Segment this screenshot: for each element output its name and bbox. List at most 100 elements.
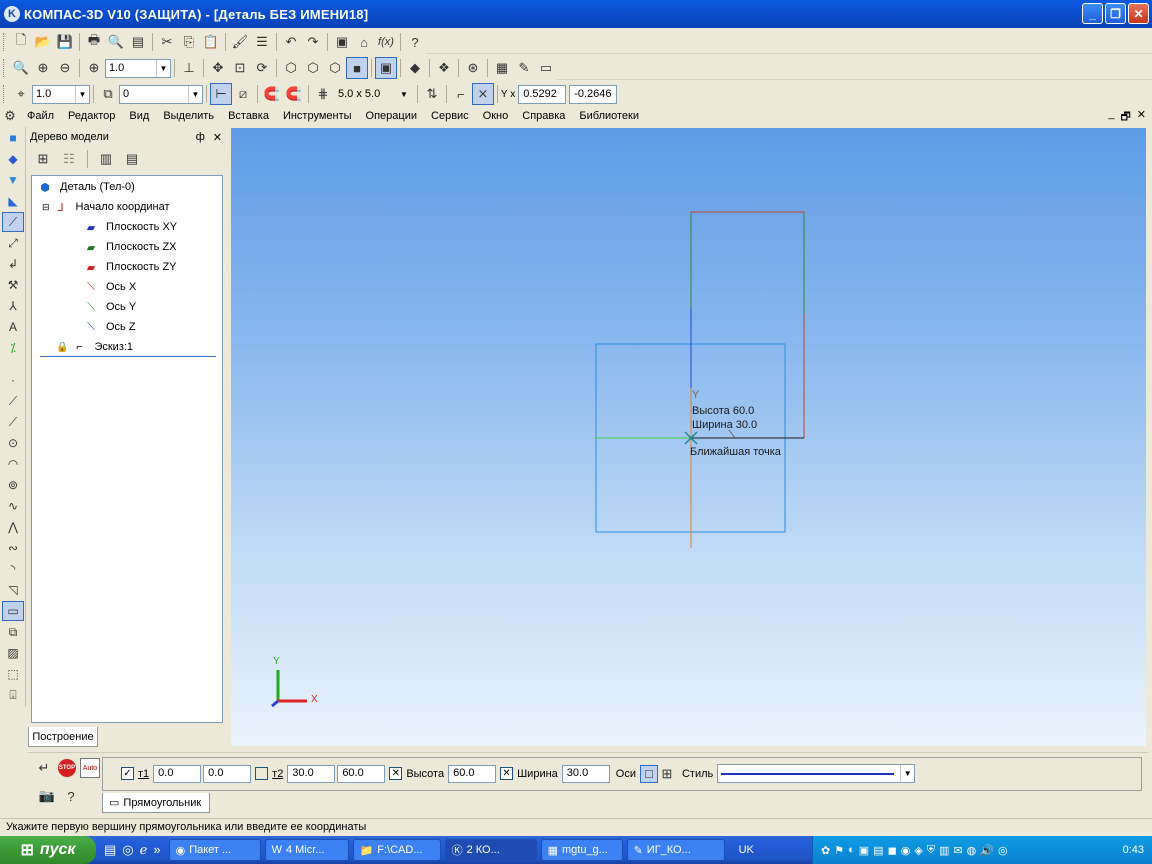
tree-close-button[interactable]: ✕ (213, 131, 222, 144)
rectangle-icon[interactable]: ▭ (2, 601, 24, 621)
tray-icon-10[interactable]: ▥ (939, 844, 949, 857)
menu-libraries[interactable]: Библиотеки (572, 110, 646, 122)
orientation-icon[interactable]: ⊥ (178, 57, 200, 79)
pin-button[interactable]: ф (196, 131, 205, 144)
copy-icon[interactable]: ⎘ (178, 31, 200, 53)
tree-item-origin[interactable]: ⊟ ⅃ Начало координат (42, 198, 170, 216)
tab-construction[interactable]: Построение (28, 727, 98, 747)
snap-global-icon[interactable]: 🧲 (283, 83, 305, 105)
ortho-icon[interactable]: ⊢ (210, 83, 232, 105)
print-icon[interactable]: 🖶 (83, 31, 105, 53)
library-icon[interactable]: ⌂ (353, 31, 375, 53)
tree-item-axis-y[interactable]: ⟍ Ось Y (82, 298, 136, 316)
start-button[interactable]: ⊞ пуск (0, 836, 96, 864)
layer-select[interactable]: 0 ▼ (119, 84, 203, 104)
cursor-y-field[interactable]: -0.2646 (569, 84, 618, 104)
tree-page-icon[interactable]: ▥ (95, 148, 117, 170)
shaded-edges-icon[interactable]: ▣ (375, 57, 397, 79)
contour-icon[interactable]: ⬚ (2, 664, 24, 684)
menu-operations[interactable]: Операции (359, 110, 424, 122)
width-field[interactable]: 30.0 (561, 764, 610, 783)
spec-icon[interactable]: ▦ (491, 57, 513, 79)
document-icon[interactable]: ⚙ (0, 105, 20, 127)
tray-icon-12[interactable]: ◍ (967, 844, 977, 857)
tree-view-icon[interactable]: ☷ (58, 148, 80, 170)
language-indicator[interactable]: UK (739, 844, 754, 856)
height-lock-checkbox[interactable]: ✕ (389, 767, 403, 780)
step-select[interactable]: 1.0 ▼ (32, 84, 90, 104)
zoom-window-icon[interactable]: 🔍 (10, 57, 32, 79)
menu-file[interactable]: Файл (20, 110, 61, 122)
mdi-restore-button[interactable]: 🗗 (1120, 108, 1130, 127)
line-style-select[interactable]: ▼ (717, 764, 916, 783)
zoom-out-icon[interactable]: ⊖ (54, 57, 76, 79)
collapse-icon[interactable]: ⊟ (42, 202, 50, 213)
tray-icon-6[interactable]: ◼ (888, 844, 897, 857)
tray-icon-11[interactable]: ✉ (953, 844, 962, 857)
edit-icon[interactable]: ✎ (513, 57, 535, 79)
axes-off-icon[interactable]: □ (639, 764, 658, 783)
measure-icon[interactable]: ⊛ (462, 57, 484, 79)
list-icon[interactable]: ☰ (251, 31, 273, 53)
auto-create-button[interactable]: Auto (80, 758, 100, 778)
surfaces-icon[interactable]: ◆ (2, 149, 24, 169)
menu-help[interactable]: Справка (515, 110, 572, 122)
ortho-mode-icon[interactable]: ⌐ (450, 83, 472, 105)
tray-icon-8[interactable]: ◈ (914, 844, 922, 857)
mdi-minimize-button[interactable]: _ (1108, 108, 1114, 127)
tree-item-axis-z[interactable]: ⟍ Ось Z (82, 318, 135, 336)
enter-object-icon[interactable]: ↵ (34, 757, 54, 779)
tray-icon-1[interactable]: ✿ (821, 844, 830, 857)
filters-icon[interactable]: ▼ (2, 170, 24, 190)
toolbar-grip[interactable] (3, 85, 6, 103)
volume-icon[interactable]: 🔊 (980, 844, 994, 857)
tree-item-sketch[interactable]: 🔒 ⌐ Эскиз:1 (56, 338, 133, 356)
t1-x-field[interactable]: 0.0 (153, 764, 202, 783)
tree-structure-icon[interactable]: ⊞ (32, 148, 54, 170)
properties-icon[interactable]: ▤ (127, 31, 149, 53)
paste-icon[interactable]: 📋 (200, 31, 222, 53)
collection-icon[interactable]: ⧉ (2, 622, 24, 642)
arc-icon[interactable]: ◠ (2, 454, 24, 474)
close-button[interactable]: ✕ (1128, 3, 1149, 24)
new-file-icon[interactable]: 🗋 (10, 31, 32, 53)
help-icon[interactable]: ? (62, 785, 80, 807)
tray-icon-2[interactable]: ⚑ (834, 844, 844, 857)
menu-view[interactable]: Вид (122, 110, 156, 122)
manager-icon[interactable]: ▣ (331, 31, 353, 53)
t2-y-field[interactable]: 60.0 (337, 764, 386, 783)
hatch-icon[interactable]: ▨ (2, 643, 24, 663)
hidden-lines-icon[interactable]: ⬡ (302, 57, 324, 79)
snap-mode-icon[interactable]: ⨯ (471, 83, 494, 105)
task-word[interactable]: W4 Micr... (264, 839, 349, 861)
grid-icon[interactable]: ⋕ (312, 83, 334, 105)
redo-icon[interactable]: ↷ (302, 31, 324, 53)
point-icon[interactable]: · (2, 370, 24, 390)
tree-item-plane-xy[interactable]: ▰ Плоскость XY (82, 218, 177, 236)
edit-icon[interactable]: ⚒ (2, 275, 24, 295)
quicklaunch-desktop-icon[interactable]: ▤ (104, 842, 116, 858)
menu-editor[interactable]: Редактор (61, 110, 122, 122)
rotate-icon[interactable]: ⟳ (251, 57, 273, 79)
print-preview-icon[interactable]: 🔍 (105, 31, 127, 53)
task-archive[interactable]: ▦ mgtu_g... (540, 839, 623, 861)
t1-y-field[interactable]: 0.0 (203, 764, 252, 783)
dimensions-icon[interactable]: ⤢ (2, 233, 24, 253)
t2-lock-checkbox[interactable] (255, 767, 269, 780)
geometry-icon[interactable]: ⟋ (2, 212, 24, 232)
toolbar-grip[interactable] (3, 33, 6, 51)
object-snapshot-icon[interactable]: 📷 (38, 785, 56, 807)
segment-icon[interactable]: ⟋ (2, 412, 24, 432)
t1-lock-checkbox[interactable]: ✓ (121, 767, 134, 780)
task-package[interactable]: ◉ Пакет ... (168, 839, 261, 861)
projection-icon[interactable]: ⍗ (2, 685, 24, 705)
axes-on-icon[interactable]: ⊞ (658, 765, 676, 783)
local-cs-icon[interactable]: ⧄ (232, 83, 254, 105)
fillet-icon[interactable]: ◝ (2, 559, 24, 579)
coordinate-system-icon[interactable]: ⇅ (421, 83, 443, 105)
wireframe-icon[interactable]: ⬡ (280, 57, 302, 79)
ellipse-icon[interactable]: ⊚ (2, 475, 24, 495)
width-lock-checkbox[interactable]: ✕ (500, 767, 514, 780)
model-viewport[interactable]: Y Высота 60.0 Ширина 30.0 Ближайшая точк… (231, 128, 1146, 746)
quicklaunch-more-icon[interactable]: » (153, 842, 160, 858)
